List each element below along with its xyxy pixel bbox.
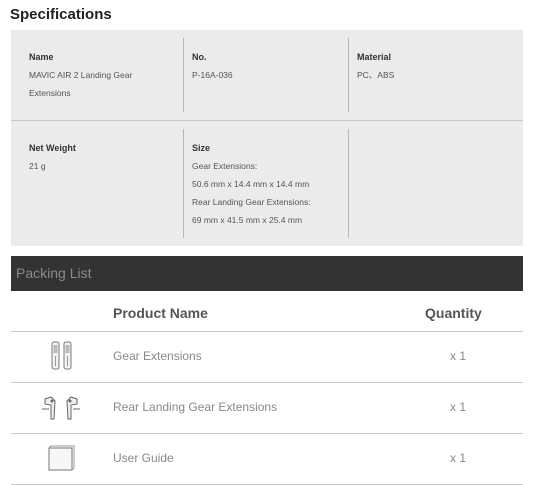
spec-label: Name [29, 52, 54, 62]
spec-value: 50.6 mm x 14.4 mm x 14.4 mm [192, 179, 310, 189]
spec-cell-material: Material PC、ABS [348, 30, 523, 120]
user-guide-icon [48, 445, 75, 471]
spec-value: 69 mm x 41.5 mm x 25.4 mm [192, 215, 303, 225]
spec-label: Size [192, 143, 211, 153]
spec-label: Material [357, 52, 392, 62]
product-name: Gear Extensions [113, 349, 202, 363]
column-header-quantity: Quantity [425, 305, 482, 321]
spec-row-1: Name MAVIC AIR 2 Landing Gear Extensions… [11, 30, 523, 120]
column-divider [348, 38, 349, 112]
column-divider [348, 129, 349, 238]
spec-row-2: Net Weight 21 g Size Gear Extensions: 50… [11, 121, 523, 246]
spec-label: No. [192, 52, 207, 62]
spec-value: MAVIC AIR 2 Landing Gear [29, 70, 133, 80]
spec-value: Rear Landing Gear Extensions: [192, 197, 311, 207]
packing-table-head: Product Name Quantity [11, 300, 523, 332]
spec-value: PC、ABS [357, 70, 395, 80]
column-header-product: Product Name [113, 305, 208, 321]
spec-value: 21 g [29, 161, 46, 171]
product-quantity: x 1 [450, 451, 467, 465]
product-quantity: x 1 [450, 349, 467, 363]
product-quantity: x 1 [450, 400, 467, 414]
product-name: User Guide [113, 451, 174, 465]
specifications-title: Specifications [10, 6, 112, 23]
spec-cell-size: Size Gear Extensions: 50.6 mm x 14.4 mm … [183, 121, 348, 246]
rear-landing-gear-icon [42, 396, 80, 420]
packing-list-header: Packing List [11, 256, 523, 291]
spec-cell-empty [348, 121, 523, 246]
spec-cell-net-weight: Net Weight 21 g [11, 121, 183, 246]
packing-row: User Guide x 1 [11, 434, 523, 485]
packing-row: Gear Extensions x 1 [11, 332, 523, 383]
product-name: Rear Landing Gear Extensions [113, 400, 278, 414]
column-divider [183, 129, 184, 238]
spec-value: Extensions [29, 88, 71, 98]
spec-label: Net Weight [29, 143, 76, 153]
spec-value: Gear Extensions: [192, 161, 258, 171]
packing-row: Rear Landing Gear Extensions x 1 [11, 383, 523, 434]
spec-cell-name: Name MAVIC AIR 2 Landing Gear Extensions [11, 30, 183, 120]
specifications-table: Name MAVIC AIR 2 Landing Gear Extensions… [11, 30, 523, 246]
spec-value: P-16A-036 [192, 70, 233, 80]
spec-cell-number: No. P-16A-036 [183, 30, 348, 120]
column-divider [183, 38, 184, 112]
gear-extensions-icon [51, 341, 72, 370]
